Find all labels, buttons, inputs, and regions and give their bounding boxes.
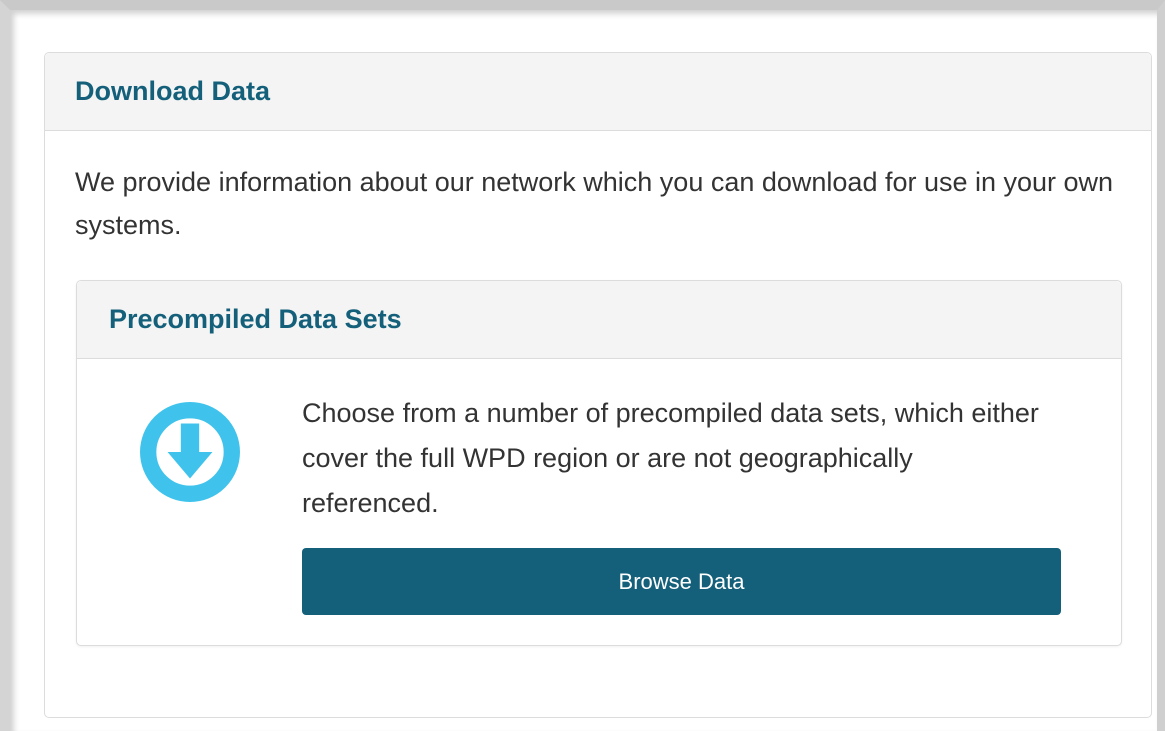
dataset-description: Choose from a number of precompiled data… [302, 398, 1039, 518]
panel-title: Download Data [75, 76, 271, 106]
precompiled-datasets-panel: Precompiled Data Sets Choose from a numb… [76, 280, 1122, 646]
intro-text: We provide information about our network… [75, 167, 1114, 240]
browse-data-button[interactable]: Browse Data [302, 548, 1061, 615]
sub-panel-heading: Precompiled Data Sets [77, 281, 1121, 359]
panel-heading: Download Data [45, 53, 1151, 131]
window-frame: Download Data We provide information abo… [0, 0, 1165, 731]
download-circle-icon [140, 402, 240, 502]
download-data-panel: Download Data We provide information abo… [44, 52, 1152, 718]
sub-panel-title: Precompiled Data Sets [109, 304, 402, 334]
